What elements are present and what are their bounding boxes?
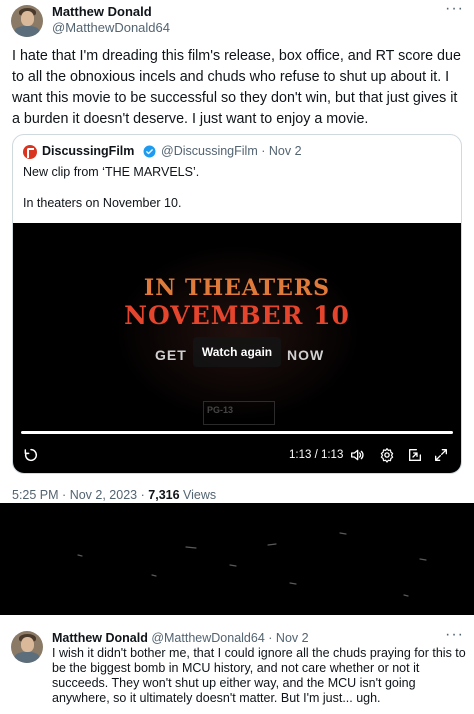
separator: · (268, 631, 273, 645)
more-icon[interactable]: ··· (445, 0, 464, 18)
rating-badge: PG-13 (203, 401, 275, 425)
separator: · (261, 144, 266, 158)
redaction-specks (77, 532, 427, 597)
video-time: 1:13 / 1:13 (289, 449, 344, 461)
video-title-line1: IN THEATERS (143, 275, 331, 301)
avatar[interactable] (11, 5, 43, 37)
video-text-now: NOW (287, 347, 325, 363)
tweet-date[interactable]: Nov 2, 2023 (70, 488, 137, 502)
replay-icon[interactable] (23, 447, 39, 463)
tweet-meta: 5:25 PM · Nov 2, 2023 · 7,316 Views (12, 488, 216, 502)
video-title-line2: NOVEMBER 10 (124, 301, 350, 330)
reply-header: Matthew Donald @MatthewDonald64 · Nov 2 (52, 631, 309, 645)
quoted-tweet[interactable]: DiscussingFilm @DiscussingFilm · Nov 2 N… (12, 134, 462, 474)
discussingfilm-avatar[interactable] (23, 145, 37, 159)
tweet-time[interactable]: 5:25 PM (12, 488, 59, 502)
quoted-text-line2: In theaters on November 10. (23, 196, 182, 210)
verified-icon (143, 145, 156, 158)
rating-label: PG-13 (207, 405, 234, 415)
separator: · (62, 488, 67, 502)
redacted-area (0, 503, 474, 615)
author-name[interactable]: Matthew Donald (52, 4, 152, 19)
views-label: Views (183, 488, 217, 502)
more-icon[interactable]: ··· (445, 626, 464, 644)
quoted-author-handle: @DiscussingFilm (161, 144, 258, 158)
reply-author-handle[interactable]: @MatthewDonald64 (151, 631, 264, 645)
reply-text: I wish it didn't bother me, that I could… (52, 646, 466, 705)
pip-icon[interactable] (407, 447, 423, 463)
separator: · (140, 488, 145, 502)
quoted-text-line1: New clip from ‘THE MARVELS’. (23, 165, 200, 179)
volume-icon[interactable] (349, 447, 365, 463)
video-progress-bar[interactable] (21, 431, 453, 434)
author-handle[interactable]: @MatthewDonald64 (52, 20, 170, 35)
quoted-author-meta[interactable]: @DiscussingFilm · Nov 2 (161, 144, 302, 158)
video-text-get: GET (155, 347, 187, 363)
watch-again-button[interactable]: Watch again (193, 337, 281, 367)
tweet-text: I hate that I'm dreading this film's rel… (12, 48, 461, 127)
quoted-date[interactable]: Nov 2 (269, 144, 302, 158)
fullscreen-icon[interactable] (433, 447, 449, 463)
reply-date[interactable]: Nov 2 (276, 631, 309, 645)
reply-author-name[interactable]: Matthew Donald (52, 631, 148, 645)
reply-avatar[interactable] (11, 631, 43, 663)
views-count: 7,316 (148, 488, 180, 502)
quoted-author-name[interactable]: DiscussingFilm (42, 144, 134, 158)
video-player[interactable]: IN THEATERS NOVEMBER 10 GET NOW Watch ag… (13, 223, 461, 473)
settings-icon[interactable] (379, 447, 395, 463)
